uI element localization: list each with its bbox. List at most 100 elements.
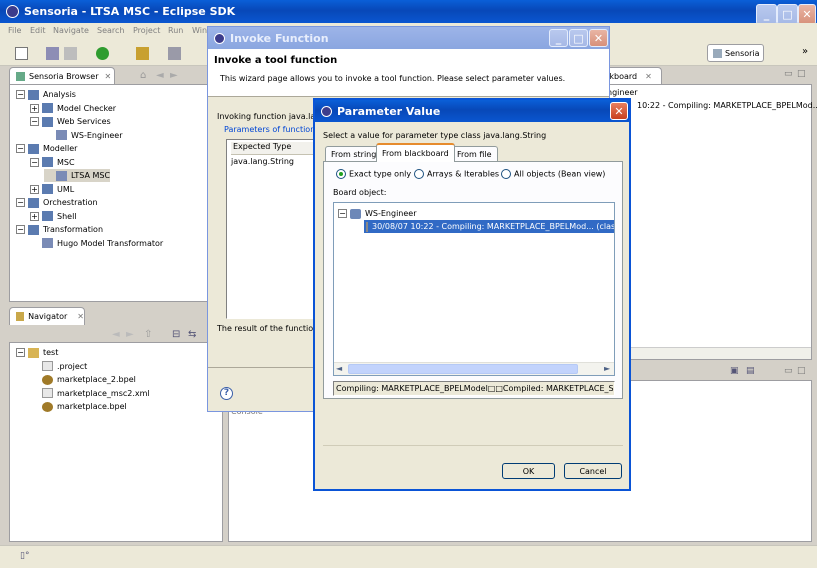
save-icon[interactable]	[46, 47, 59, 60]
close-icon[interactable]: ✕	[77, 312, 84, 321]
tab-from-string[interactable]: From string	[325, 146, 383, 162]
tree-item[interactable]: − Analysis	[16, 88, 76, 101]
parameters-group-label: Parameters of function	[224, 125, 316, 134]
radio-arrays-iterables[interactable]: Arrays & Iterables	[414, 169, 499, 179]
collapse-icon[interactable]: −	[16, 144, 25, 153]
perspective-sensoria-button[interactable]: Sensoria	[707, 44, 764, 62]
tree-item[interactable]: WS-Engineer	[44, 129, 123, 142]
tree-item-label: Model Checker	[57, 103, 117, 113]
next-annotation-icon[interactable]	[168, 47, 181, 60]
invoke-minimize-button[interactable]: _	[549, 29, 568, 47]
menu-search[interactable]: Search	[97, 26, 124, 35]
run-icon[interactable]	[96, 47, 109, 60]
tree-item[interactable]: − Orchestration	[16, 196, 98, 209]
tool-icon	[42, 238, 53, 248]
collapse-icon[interactable]: −	[16, 225, 25, 234]
param-close-button[interactable]: ✕	[610, 102, 628, 120]
back-icon[interactable]: ◄	[112, 329, 120, 340]
tree-item[interactable]: marketplace_msc2.xml	[30, 387, 150, 400]
collapse-icon[interactable]: −	[30, 117, 39, 126]
menu-edit[interactable]: Edit	[30, 26, 46, 35]
toolbar-chevron[interactable]: »	[802, 46, 808, 57]
menu-window[interactable]: Win	[192, 26, 207, 35]
new-icon[interactable]	[15, 47, 28, 60]
up-icon[interactable]: ⇧	[144, 329, 152, 340]
radio-all-objects[interactable]: All objects (Bean view)	[501, 169, 605, 179]
tree-item[interactable]: − Modeller	[16, 142, 77, 155]
board-tree-entry[interactable]: 30/08/07 10:22 - Compiling: MARKETPLACE_…	[364, 220, 614, 233]
expand-icon[interactable]: +	[30, 103, 39, 113]
board-tree-entry-label: 30/08/07 10:22 - Compiling: MARKETPLACE_…	[372, 222, 614, 231]
tree-item-label: Analysis	[43, 90, 76, 99]
home-icon[interactable]: ⌂	[140, 70, 146, 81]
console-maximize-icon[interactable]: □	[797, 366, 806, 376]
param-titlebar[interactable]: Parameter Value	[315, 100, 629, 122]
tree-item[interactable]: marketplace.bpel	[30, 400, 127, 413]
menu-navigate[interactable]: Navigate	[53, 26, 89, 35]
forward-icon[interactable]: ►	[170, 70, 178, 81]
tree-item-label: Hugo Model Transformator	[57, 238, 164, 248]
help-icon[interactable]: ?	[220, 387, 233, 400]
invoke-dialog-title: Invoke Function	[230, 31, 329, 45]
scroll-thumb[interactable]	[348, 364, 578, 374]
radio-arrays-iterables-dot	[414, 169, 424, 179]
right-view-minimize-icon[interactable]: ▭	[784, 69, 793, 79]
tree-item[interactable]: .project	[30, 360, 87, 373]
open-console-icon[interactable]: ▤	[746, 366, 755, 376]
tree-item[interactable]: + Model Checker	[30, 102, 116, 115]
tree-item[interactable]: marketplace_2.bpel	[30, 373, 136, 386]
print-icon[interactable]	[64, 47, 77, 60]
collapse-icon[interactable]: −	[338, 209, 347, 218]
tab-from-file[interactable]: From file	[451, 146, 498, 162]
menu-run[interactable]: Run	[168, 26, 183, 35]
collapse-icon[interactable]: −	[16, 90, 25, 99]
col-expected-type[interactable]: Expected Type	[231, 142, 325, 155]
tree-item[interactable]: + Shell	[30, 210, 77, 223]
forward-icon[interactable]: ►	[126, 329, 134, 340]
tab-sensoria-browser[interactable]: Sensoria Browser ✕	[9, 67, 115, 85]
scroll-right-icon[interactable]: ►	[604, 364, 610, 373]
search-icon[interactable]	[136, 47, 149, 60]
invoke-close-button[interactable]: ✕	[589, 29, 608, 47]
back-icon[interactable]: ◄	[156, 70, 164, 81]
tree-item[interactable]: − Transformation	[16, 223, 103, 236]
pin-console-icon[interactable]: ▣	[730, 366, 739, 376]
fast-view-icon[interactable]: ▯°	[20, 551, 29, 561]
collapse-icon[interactable]: −	[16, 348, 25, 357]
tree-item[interactable]: LTSA MSC	[44, 169, 111, 182]
tree-item[interactable]: − Web Services	[30, 115, 111, 128]
board-tree-hscroll[interactable]: ◄ ►	[334, 362, 614, 375]
blackboard-row-entry[interactable]: 10:22 - Compiling: MARKETPLACE_BPELMod..…	[637, 101, 817, 110]
console-minimize-icon[interactable]: ▭	[784, 366, 793, 376]
radio-exact-type[interactable]: Exact type only	[336, 169, 411, 179]
main-close-button[interactable]: ✕	[798, 4, 816, 25]
collapse-icon[interactable]: −	[30, 157, 39, 167]
board-tree-root[interactable]: − WS-Engineer	[338, 207, 417, 220]
close-icon[interactable]: ✕	[645, 72, 652, 81]
ok-button[interactable]: OK	[502, 463, 555, 479]
tree-item[interactable]: + UML	[30, 183, 74, 196]
cancel-button[interactable]: Cancel	[564, 463, 622, 479]
navigator-view-toolbar: ◄ ► ⇧ ⊟ ⇆	[112, 329, 212, 341]
tree-item[interactable]: − MSC	[30, 156, 75, 169]
tree-item[interactable]: Hugo Model Transformator	[30, 237, 163, 250]
table-row-type[interactable]: java.lang.String	[231, 157, 294, 166]
collapse-icon[interactable]: −	[16, 198, 25, 207]
main-titlebar[interactable]: Sensoria - LTSA MSC - Eclipse SDK	[0, 0, 817, 23]
expand-icon[interactable]: +	[30, 211, 39, 221]
menu-project[interactable]: Project	[133, 26, 160, 35]
expand-icon[interactable]: +	[30, 184, 39, 194]
close-icon[interactable]: ✕	[105, 72, 112, 81]
right-view-maximize-icon[interactable]: □	[797, 69, 806, 79]
tab-navigator[interactable]: Navigator ✕	[9, 307, 85, 325]
link-editor-icon[interactable]: ⇆	[188, 329, 196, 340]
invoke-maximize-button[interactable]: □	[569, 29, 588, 47]
collapse-all-icon[interactable]: ⊟	[172, 329, 180, 340]
menu-file[interactable]: File	[8, 26, 21, 35]
scroll-left-icon[interactable]: ◄	[336, 364, 342, 373]
main-maximize-button[interactable]: □	[777, 4, 798, 25]
main-minimize-button[interactable]: _	[756, 4, 777, 25]
blackboard-row-root[interactable]: ngineer	[607, 88, 638, 97]
tree-item[interactable]: − test	[16, 346, 58, 359]
tab-from-blackboard[interactable]: From blackboard	[376, 143, 455, 162]
